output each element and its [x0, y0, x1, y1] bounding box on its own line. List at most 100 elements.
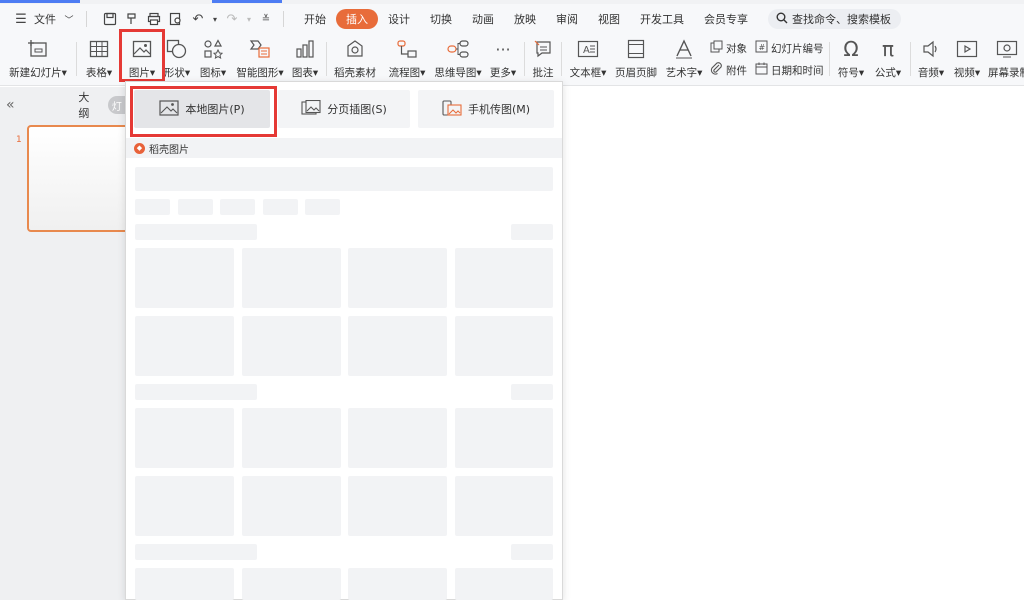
comment-button[interactable]: 批注: [528, 36, 558, 82]
paged-image-icon: [301, 99, 321, 119]
video-icon: [954, 36, 980, 62]
tab-design[interactable]: 设计: [378, 9, 420, 29]
collapse-pane-icon[interactable]: «: [6, 97, 18, 113]
search-icon: [776, 12, 788, 27]
new-slide-button[interactable]: 新建幻灯片▾: [6, 36, 70, 82]
more-icon: ···: [495, 39, 511, 59]
command-search[interactable]: 查找命令、搜索模板: [768, 9, 901, 29]
calendar-icon: [755, 62, 768, 78]
icon-library-icon: [200, 36, 226, 62]
tab-view[interactable]: 视图: [588, 9, 630, 29]
video-label: 视频▾: [953, 67, 981, 79]
tab-animations[interactable]: 动画: [462, 9, 504, 29]
file-menu-button[interactable]: ☰ 文件 ﹀: [12, 8, 78, 30]
tab-insert[interactable]: 插入: [336, 9, 378, 29]
phone-transfer-button[interactable]: 手机传图(M): [418, 90, 554, 128]
undo-dropdown-icon[interactable]: ▾: [211, 10, 219, 28]
tab-accent-1: [0, 0, 80, 3]
customize-toolbar-icon[interactable]: ≚: [257, 10, 275, 28]
divider: [326, 42, 327, 76]
mindmap-label: 思维导图▾: [434, 67, 482, 79]
slide-canvas[interactable]: [562, 101, 1024, 600]
more-label: 更多▾: [489, 67, 517, 79]
wordart-button[interactable]: 艺术字▾: [662, 36, 706, 82]
divider: [524, 42, 525, 76]
docer-material-button[interactable]: 稻壳素材: [332, 36, 378, 82]
hamburger-icon: ☰: [15, 11, 27, 27]
chart-button[interactable]: 图表▾: [288, 36, 322, 82]
ribbon-tabs: 开始 插入 设计 切换 动画 放映 审阅 视图 开发工具 会员专享: [294, 9, 758, 29]
date-time-button[interactable]: 日期和时间: [755, 62, 824, 78]
smart-graphic-label: 智能图形▾: [236, 67, 284, 79]
outline-tab[interactable]: 大纲: [78, 89, 97, 121]
save-icon[interactable]: [101, 10, 119, 28]
textbox-button[interactable]: A 文本框▾: [566, 36, 610, 82]
loading-placeholder: [511, 224, 553, 240]
formula-button[interactable]: π 公式▾: [870, 36, 906, 82]
header-footer-button[interactable]: 页眉页脚: [612, 36, 660, 82]
more-button[interactable]: ··· 更多▾: [486, 36, 520, 82]
loading-placeholder: [455, 568, 553, 600]
docer-material-label: 稻壳素材: [334, 67, 376, 79]
divider: [829, 42, 830, 76]
screen-record-button[interactable]: 屏幕录制: [986, 36, 1024, 82]
symbol-label: 符号▾: [837, 67, 865, 79]
tab-accent-2: [212, 0, 282, 3]
textbox-icon: A: [575, 36, 601, 62]
tab-transitions[interactable]: 切换: [420, 9, 462, 29]
picture-button-highlight: [119, 29, 165, 82]
loading-placeholder: [455, 248, 553, 308]
loading-placeholder: [135, 248, 234, 308]
tab-review[interactable]: 审阅: [546, 9, 588, 29]
symbol-button[interactable]: Ω 符号▾: [834, 36, 868, 82]
chart-icon: [292, 36, 318, 62]
flowchart-icon: [394, 36, 420, 62]
chevron-down-icon: ﹀: [64, 15, 74, 26]
undo-icon[interactable]: ↶: [189, 10, 207, 28]
paged-insert-button[interactable]: 分页插图(S): [278, 90, 410, 128]
slide-number-button[interactable]: # 幻灯片编号: [755, 40, 824, 56]
tab-member[interactable]: 会员专享: [694, 9, 758, 29]
tab-home[interactable]: 开始: [294, 9, 336, 29]
loading-placeholder: [178, 199, 213, 215]
slide-number-icon: #: [755, 40, 768, 56]
redo-dropdown-icon[interactable]: ▾: [245, 10, 253, 28]
smart-graphic-icon: [247, 36, 273, 62]
video-button[interactable]: 视频▾: [950, 36, 984, 82]
audio-label: 音频▾: [917, 67, 945, 79]
loading-placeholder: [242, 568, 341, 600]
svg-text:A: A: [583, 45, 590, 56]
redo-icon[interactable]: ↷: [223, 10, 241, 28]
loading-placeholder: [242, 476, 341, 536]
slide-thumbnail[interactable]: [27, 125, 137, 232]
icon-library-label: 图标▾: [199, 67, 227, 79]
object-label: 对象: [726, 42, 747, 55]
loading-placeholder: [511, 384, 553, 400]
attachment-button[interactable]: 附件: [710, 62, 747, 78]
print-preview-icon[interactable]: [167, 10, 185, 28]
loading-placeholder: [455, 408, 553, 468]
loading-placeholder: [135, 167, 553, 191]
comment-icon: [530, 36, 556, 62]
tab-developer[interactable]: 开发工具: [630, 9, 694, 29]
slides-tab[interactable]: 幻灯片: [107, 96, 127, 114]
loading-placeholder: [135, 568, 234, 600]
flowchart-button[interactable]: 流程图▾: [384, 36, 430, 82]
loading-placeholder: [263, 199, 298, 215]
mindmap-button[interactable]: 思维导图▾: [432, 36, 484, 82]
audio-button[interactable]: 音频▾: [914, 36, 948, 82]
phone-transfer-label: 手机传图(M): [467, 103, 531, 116]
format-painter-icon[interactable]: [123, 10, 141, 28]
phone-image-icon: [442, 99, 462, 119]
smart-graphic-button[interactable]: 智能图形▾: [232, 36, 288, 82]
shape-button[interactable]: 形状▾: [160, 36, 194, 82]
loading-placeholder: [242, 316, 341, 376]
divider: [561, 42, 562, 76]
object-button[interactable]: 对象: [710, 40, 747, 56]
speaker-icon: [918, 36, 944, 62]
loading-placeholder: [135, 316, 234, 376]
icon-library-button[interactable]: 图标▾: [196, 36, 230, 82]
tab-slideshow[interactable]: 放映: [504, 9, 546, 29]
table-button[interactable]: 表格▾: [80, 36, 118, 82]
print-icon[interactable]: [145, 10, 163, 28]
